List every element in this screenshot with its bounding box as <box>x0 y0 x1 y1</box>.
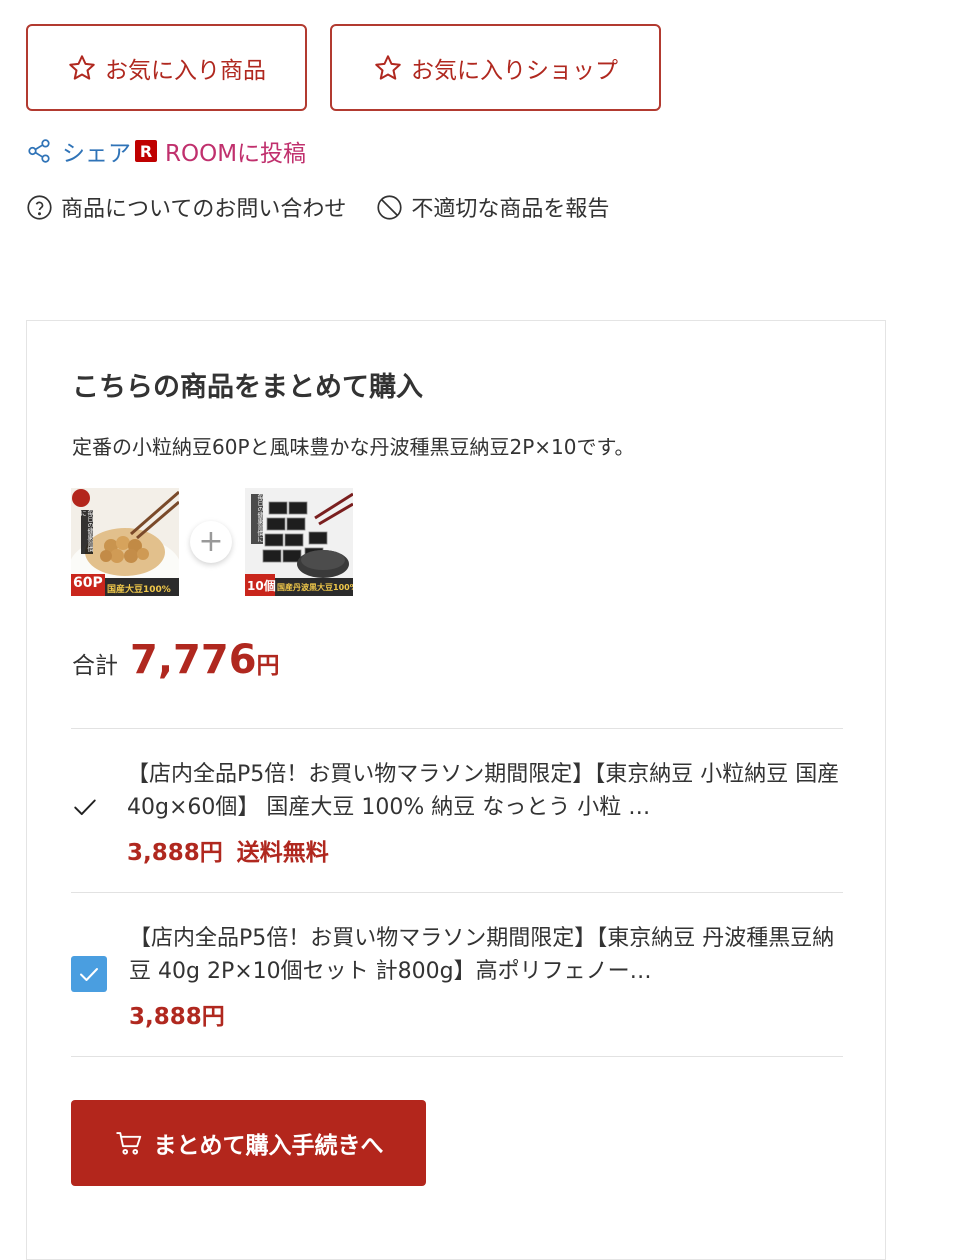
item-2-title[interactable]: 【店内全品P5倍！お買い物マラソン期間限定】【東京納豆 丹波種黒豆納豆 40g … <box>129 922 845 988</box>
item-1-title[interactable]: 【店内全品P5倍！お買い物マラソン期間限定】【東京納豆 小粒納豆 国産 40g×… <box>127 758 843 824</box>
share-icon[interactable] <box>26 138 52 164</box>
bundle-checkout-button[interactable]: まとめて購入手続きへ <box>71 1100 426 1186</box>
product-thumbnail-2[interactable]: 毎日の健康習慣に 10個 国産丹波黒大豆100% <box>245 488 353 596</box>
star-icon <box>67 53 97 83</box>
total-price: 合計 7,776 円 <box>72 637 280 683</box>
share-link[interactable]: シェア <box>62 134 131 168</box>
divider <box>71 1056 843 1057</box>
favorite-shop-label: お気に入りショップ <box>411 57 618 84</box>
room-post-link[interactable]: ROOMに投稿 <box>165 134 306 168</box>
thumb2-badge: 10個 <box>247 579 276 593</box>
total-amount: 7,776 <box>130 637 257 683</box>
thumb1-header: 毎日の健康習慣に <box>81 510 93 552</box>
thumb2-header: 毎日の健康習慣に <box>256 494 263 542</box>
room-logo: R <box>135 140 157 162</box>
item-1-price: 3,888円 <box>127 840 223 866</box>
item-2-price-line: 3,888円 <box>129 997 225 1031</box>
total-label: 合計 <box>72 653 118 679</box>
plus-icon: + <box>190 521 232 563</box>
report-link[interactable]: 不適切な商品を報告 <box>376 191 609 223</box>
check-icon <box>74 799 96 816</box>
cart-icon <box>114 1128 144 1158</box>
bundle-purchase-card: こちらの商品をまとめて購入 定番の小粒納豆60Pと風味豊かな丹波種黒豆納豆2P×… <box>26 320 886 1260</box>
item-1-price-line: 3,888円 送料無料 <box>127 833 329 867</box>
favorite-shop-button[interactable]: お気に入りショップ <box>330 24 661 111</box>
bundle-description: 定番の小粒納豆60Pと風味豊かな丹波種黒豆納豆2P×10です。 <box>72 435 635 459</box>
item-2-checkbox[interactable] <box>71 956 107 992</box>
checkout-label: まとめて購入手続きへ <box>153 1133 384 1159</box>
checkbox-checked-icon <box>71 956 107 992</box>
total-yen: 円 <box>256 653 280 679</box>
star-icon <box>373 53 403 83</box>
favorite-item-button[interactable]: お気に入り商品 <box>26 24 307 111</box>
prohibited-icon <box>376 194 403 221</box>
support-links: 商品についてのお問い合わせ 不適切な商品を報告 <box>26 190 609 224</box>
report-label: 不適切な商品を報告 <box>411 197 610 222</box>
item-2-price: 3,888円 <box>129 1004 225 1030</box>
thumb2-caption: 国産丹波黒大豆100% <box>277 583 353 592</box>
inquiry-link[interactable]: 商品についてのお問い合わせ <box>26 191 346 223</box>
product-thumbnail-1[interactable]: 毎日の健康習慣に 60P 国産大豆100% <box>71 488 179 596</box>
favorite-item-label: お気に入り商品 <box>105 57 266 84</box>
thumb1-badge: 60P <box>73 575 103 591</box>
bundle-title: こちらの商品をまとめて購入 <box>72 372 423 403</box>
free-shipping-label: 送料無料 <box>236 840 329 866</box>
share-row: シェア R ROOMに投稿 <box>26 134 306 168</box>
item-1-checkbox[interactable] <box>67 789 103 825</box>
bundle-item-2: 【店内全品P5倍！お買い物マラソン期間限定】【東京納豆 丹波種黒豆納豆 40g … <box>71 893 843 1056</box>
question-icon <box>26 194 53 221</box>
thumb1-caption: 国産大豆100% <box>107 585 171 595</box>
bundle-item-1: 【店内全品P5倍！お買い物マラソン期間限定】【東京納豆 小粒納豆 国産 40g×… <box>71 729 843 892</box>
inquiry-label: 商品についてのお問い合わせ <box>61 197 347 222</box>
